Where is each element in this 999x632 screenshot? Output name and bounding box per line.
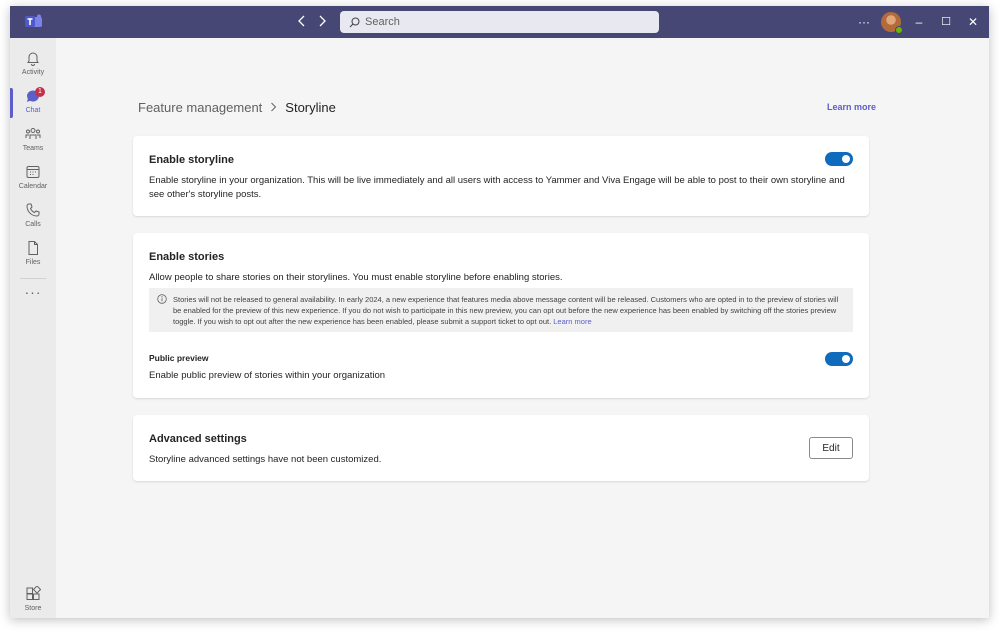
chevron-right-icon — [270, 101, 277, 115]
advanced-settings-description: Storyline advanced settings have not bee… — [149, 454, 382, 465]
rail-label-calendar: Calendar — [18, 183, 48, 190]
enable-storyline-description: Enable storyline in your organization. T… — [149, 175, 845, 200]
learn-more-link[interactable]: Learn more — [827, 102, 876, 112]
minimize-button[interactable]: – — [911, 14, 927, 30]
enable-storyline-card: Enable storyline Enable storyline in you… — [133, 136, 869, 216]
rail-item-calls[interactable]: Calls — [10, 198, 56, 236]
avatar[interactable] — [881, 12, 903, 34]
rail-divider — [20, 278, 46, 279]
calendar-icon — [26, 166, 40, 178]
back-button[interactable] — [294, 15, 310, 29]
more-options-button[interactable]: ··· — [856, 14, 872, 30]
rail-item-activity[interactable]: Activity — [10, 46, 56, 84]
teams-icon — [25, 128, 41, 139]
enable-storyline-title: Enable storyline — [149, 154, 234, 166]
rail-item-files[interactable]: Files — [10, 236, 56, 274]
store-icon — [26, 586, 41, 600]
chevron-right-icon — [319, 15, 326, 27]
public-preview-title: Public preview — [149, 353, 209, 363]
enable-stories-title: Enable stories — [149, 251, 225, 263]
edit-button[interactable]: Edit — [809, 437, 853, 459]
rail-label-store: Store — [24, 605, 42, 612]
main-content: Feature management Storyline Learn more … — [56, 38, 989, 618]
notice-learn-more-link[interactable]: Learn more — [553, 317, 591, 326]
breadcrumb-feature-management[interactable]: Feature management — [138, 100, 262, 115]
app-rail: Activity 1 Chat Teams Calendar Calls Fil… — [10, 38, 56, 618]
phone-icon — [26, 203, 40, 217]
rail-item-store[interactable]: Store — [10, 582, 56, 618]
chevron-left-icon — [298, 15, 305, 27]
file-icon — [28, 241, 38, 255]
public-preview-toggle[interactable] — [825, 352, 853, 366]
rail-label-chat: Chat — [25, 107, 41, 114]
info-icon — [157, 294, 167, 304]
active-indicator — [10, 88, 13, 118]
stories-notice: Stories will not be released to general … — [149, 288, 853, 332]
breadcrumb: Feature management Storyline — [138, 100, 336, 115]
enable-stories-card: Enable stories Allow people to share sto… — [133, 233, 869, 398]
close-button[interactable]: ✕ — [965, 14, 981, 30]
rail-label-teams: Teams — [22, 145, 44, 152]
bell-icon — [27, 52, 39, 66]
page-title: Storyline — [285, 100, 336, 115]
more-apps-button[interactable]: ··· — [10, 284, 56, 304]
teams-logo-icon — [25, 14, 42, 27]
search-input[interactable] — [365, 16, 635, 28]
rail-item-teams[interactable]: Teams — [10, 122, 56, 160]
enable-stories-description: Allow people to share stories on their s… — [149, 272, 563, 283]
teams-window: ··· – ☐ ✕ Activity 1 Chat — [10, 6, 989, 618]
rail-label-calls: Calls — [25, 221, 41, 228]
public-preview-description: Enable public preview of stories within … — [149, 370, 386, 381]
notice-text: Stories will not be released to general … — [173, 295, 839, 326]
maximize-button[interactable]: ☐ — [938, 14, 954, 30]
forward-button[interactable] — [314, 15, 330, 29]
search-box[interactable] — [340, 11, 659, 33]
unread-badge: 1 — [35, 87, 45, 97]
search-icon — [349, 17, 360, 27]
enable-storyline-toggle[interactable] — [825, 152, 853, 166]
rail-label-files: Files — [25, 259, 41, 266]
advanced-settings-title: Advanced settings — [149, 433, 247, 445]
presence-available-icon — [895, 26, 903, 34]
rail-item-chat[interactable]: 1 Chat — [10, 84, 56, 122]
title-bar: ··· – ☐ ✕ — [10, 6, 989, 38]
advanced-settings-card: Advanced settings Storyline advanced set… — [133, 415, 869, 481]
rail-label-activity: Activity — [21, 69, 45, 76]
rail-item-calendar[interactable]: Calendar — [10, 160, 56, 198]
